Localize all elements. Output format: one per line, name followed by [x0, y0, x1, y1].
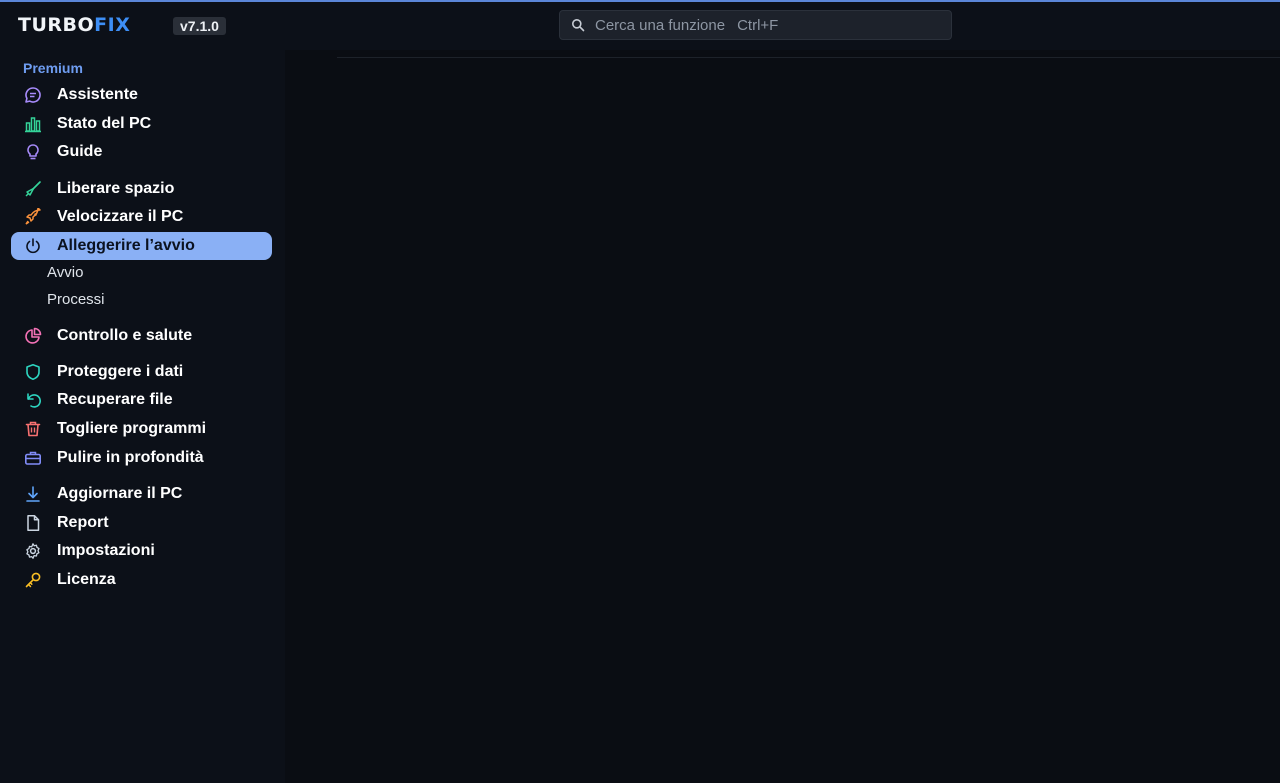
sidebar: Premium Assistente Stato del PC Guide Li… [0, 50, 285, 783]
download-icon [24, 485, 42, 503]
sidebar-item-report[interactable]: Report [11, 509, 272, 537]
sidebar-subitem-avvio[interactable]: Avvio [47, 264, 83, 281]
sidebar-item-aggiornare-il-pc[interactable]: Aggiornare il PC [11, 480, 272, 508]
sidebar-item-label: Guide [57, 143, 103, 160]
logo-text-fix: FIX [94, 14, 131, 36]
sidebar-subitem-processi[interactable]: Processi [47, 291, 105, 308]
sidebar-item-label: Proteggere i dati [57, 363, 184, 380]
sidebar-item-licenza[interactable]: Licenza [11, 566, 272, 594]
sidebar-item-guide[interactable]: Guide [11, 138, 272, 166]
sidebar-item-recuperare-file[interactable]: Recuperare file [11, 386, 272, 414]
sidebar-item-label: Togliere programmi [57, 420, 207, 437]
sidebar-item-label: Controllo e salute [57, 327, 193, 344]
logo-text-turbo: TURBO [18, 14, 95, 36]
sidebar-item-velocizzare-il-pc[interactable]: Velocizzare il PC [11, 203, 272, 231]
sidebar-item-label: Pulire in profondità [57, 449, 204, 466]
sidebar-item-assistente[interactable]: Assistente [11, 81, 272, 109]
version-badge: v7.1.0 [173, 17, 226, 35]
lightbulb-icon [24, 143, 42, 161]
sidebar-item-label: Assistente [57, 86, 138, 103]
search-shortcut: Ctrl+F [737, 16, 779, 34]
main-content [285, 50, 1280, 783]
sidebar-item-label: Stato del PC [57, 115, 152, 132]
sidebar-item-alleggerire-avvio[interactable]: Alleggerire l’avvio [11, 232, 272, 260]
power-icon [24, 237, 42, 255]
sidebar-item-togliere-programmi[interactable]: Togliere programmi [11, 415, 272, 443]
search-placeholder[interactable]: Cerca una funzione [595, 17, 725, 34]
sidebar-item-label: Recuperare file [57, 391, 173, 408]
rocket-icon [24, 208, 42, 226]
pie-chart-icon [24, 327, 42, 345]
section-label-premium: Premium [23, 60, 83, 76]
sidebar-item-label: Velocizzare il PC [57, 208, 184, 225]
content-divider [337, 57, 1280, 58]
app-logo: TURBOFIX [18, 14, 130, 36]
file-icon [24, 514, 42, 532]
sidebar-item-proteggere-i-dati[interactable]: Proteggere i dati [11, 358, 272, 386]
gear-icon [24, 542, 42, 560]
sidebar-item-label: Report [57, 514, 109, 531]
sidebar-item-stato-del-pc[interactable]: Stato del PC [11, 110, 272, 138]
toolbox-icon [24, 449, 42, 467]
sidebar-item-label: Licenza [57, 571, 116, 588]
header-bar: TURBOFIX v7.1.0 Cerca una funzione Ctrl+… [0, 2, 1280, 50]
undo-icon [24, 391, 42, 409]
sidebar-item-label: Aggiornare il PC [57, 485, 183, 502]
sidebar-item-pulire-in-profondita[interactable]: Pulire in profondità [11, 444, 272, 472]
sidebar-item-label: Liberare spazio [57, 180, 175, 197]
search-box[interactable]: Cerca una funzione Ctrl+F [559, 10, 952, 40]
trash-icon [24, 420, 42, 438]
shield-icon [24, 363, 42, 381]
sidebar-item-label: Alleggerire l’avvio [57, 237, 195, 254]
sidebar-item-controllo-e-salute[interactable]: Controllo e salute [11, 322, 272, 350]
bar-chart-icon [24, 115, 42, 133]
search-icon [571, 18, 585, 32]
key-icon [24, 571, 42, 589]
sidebar-item-liberare-spazio[interactable]: Liberare spazio [11, 175, 272, 203]
sidebar-item-label: Impostazioni [57, 542, 155, 559]
broom-icon [24, 180, 42, 198]
sidebar-item-impostazioni[interactable]: Impostazioni [11, 537, 272, 565]
chat-icon [24, 86, 42, 104]
